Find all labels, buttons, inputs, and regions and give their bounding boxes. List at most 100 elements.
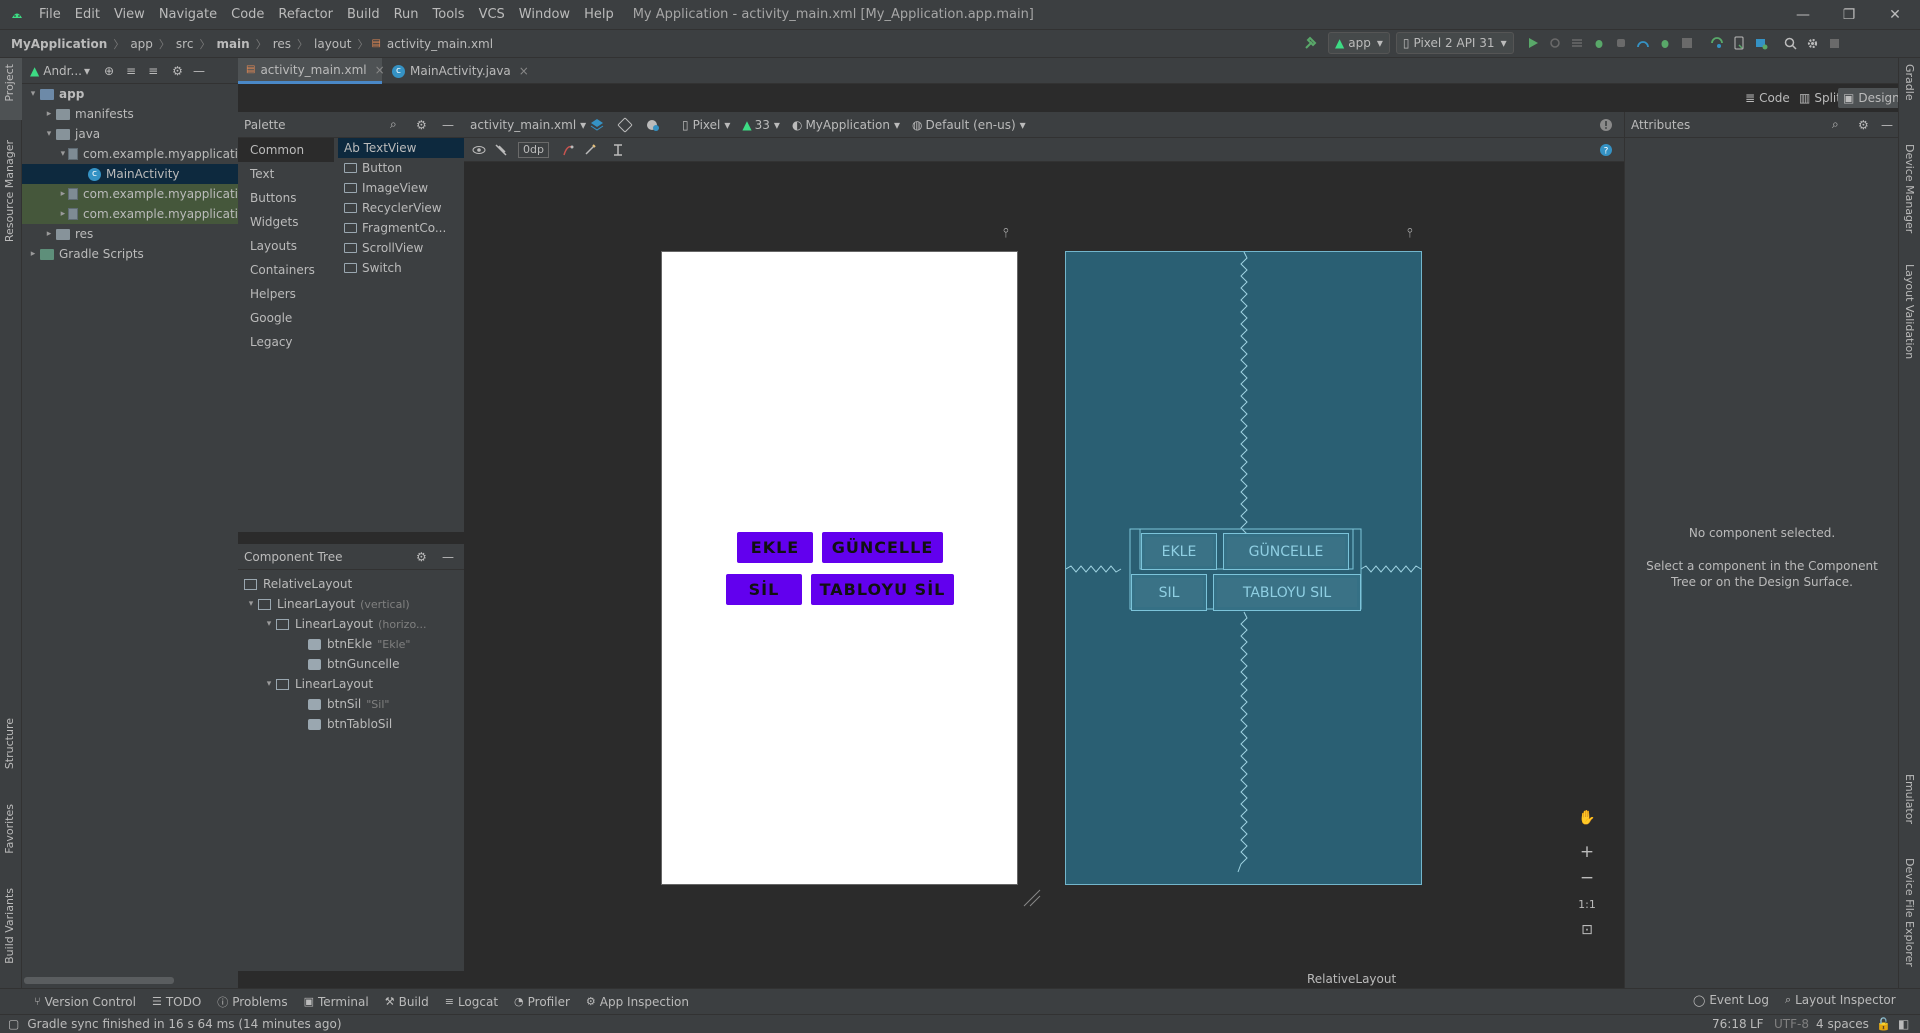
tool-window-logcat[interactable]: ≡ Logcat [437, 995, 506, 1009]
caret-position[interactable]: 76:18 [1712, 1017, 1747, 1031]
run-icon[interactable] [1522, 32, 1544, 54]
run-config-dropdown[interactable]: ▲ app ▾ [1328, 32, 1390, 54]
locale-dropdown[interactable]: ◍ Default (en-us) ▾ [906, 118, 1032, 132]
default-margin-field[interactable]: 0dp [518, 141, 549, 158]
file-encoding[interactable]: UTF-8 [1774, 1017, 1809, 1031]
hide-panel-icon[interactable]: — [442, 118, 454, 132]
tab-project[interactable]: Project [3, 64, 16, 102]
collapse-all-icon[interactable]: ≡ [148, 64, 158, 78]
preview-button-ekle[interactable]: EKLE [737, 532, 813, 563]
chevron-right-icon[interactable]: ▸ [26, 249, 40, 259]
project-tree-item[interactable]: ▸ Gradle Scripts [22, 244, 238, 264]
guidelines-icon[interactable] [607, 139, 629, 161]
breadcrumb-item[interactable]: layout [311, 37, 354, 51]
menu-run[interactable]: Run [387, 7, 426, 22]
pin-icon[interactable]: ⫯ [1003, 226, 1009, 241]
palette-category-google[interactable]: Google [238, 306, 334, 330]
tool-window-layout-inspector[interactable]: ⌕ Layout Inspector [1777, 993, 1904, 1007]
tab-mainactivity-java[interactable]: c MainActivity.java × [384, 58, 537, 84]
chevron-down-icon[interactable]: ▾ [262, 679, 276, 689]
component-tree-item[interactable]: btnEkle "Ekle" [244, 634, 464, 654]
palette-category-common[interactable]: Common [238, 138, 334, 162]
clear-constraints-icon[interactable] [557, 139, 579, 161]
chevron-right-icon[interactable]: ▸ [42, 109, 56, 119]
hide-panel-icon[interactable]: — [442, 550, 454, 564]
close-tab-icon[interactable]: × [519, 64, 529, 78]
search-icon[interactable]: ⌕ [1832, 117, 1839, 132]
device-manager-icon[interactable] [1728, 32, 1750, 54]
profile-icon[interactable] [1632, 32, 1654, 54]
project-tree-item[interactable]: ▸ manifests [22, 104, 238, 124]
tab-build-variants[interactable]: Build Variants [3, 888, 16, 964]
zoom-reset-button[interactable]: 1:1 [1574, 891, 1600, 917]
chevron-down-icon[interactable]: ▾ [42, 129, 56, 139]
tab-gradle[interactable]: Gradle [1903, 64, 1916, 101]
breadcrumb-item[interactable]: MyApplication [8, 37, 110, 51]
view-options-icon[interactable] [468, 139, 490, 161]
tab-layout-validation[interactable]: Layout Validation [1903, 264, 1916, 359]
blueprint-button-guncelle[interactable]: GÜNCELLE [1223, 533, 1349, 570]
api-dropdown[interactable]: ▲ 33 ▾ [736, 118, 786, 132]
tab-device-file-explorer[interactable]: Device File Explorer [1903, 858, 1916, 967]
memory-icon[interactable]: ◧ [1898, 1017, 1909, 1031]
project-tree-item[interactable]: ▸ com.example.myapplicati [22, 184, 238, 204]
component-tree-item[interactable]: btnTabloSil [244, 714, 464, 734]
sdk-manager-icon[interactable] [1750, 32, 1772, 54]
project-tree-item[interactable]: ▾ java [22, 124, 238, 144]
device-dropdown[interactable]: ▯ Pixel ▾ [676, 118, 736, 132]
close-icon[interactable]: ✕ [1872, 0, 1918, 29]
palette-category-widgets[interactable]: Widgets [238, 210, 334, 234]
debug-icon[interactable] [1588, 32, 1610, 54]
zoom-fit-icon[interactable]: ⊡ [1574, 917, 1600, 943]
palette-item[interactable]: Ab TextView [338, 138, 464, 158]
palette-item[interactable]: ImageView [338, 178, 464, 198]
palette-category-buttons[interactable]: Buttons [238, 186, 334, 210]
horizontal-scrollbar[interactable] [24, 977, 174, 984]
tab-resource-manager[interactable]: Resource Manager [3, 140, 16, 242]
breadcrumb-item[interactable]: activity_main.xml [384, 37, 496, 51]
palette-item[interactable]: Button [338, 158, 464, 178]
menu-tools[interactable]: Tools [426, 7, 472, 22]
blueprint-button-tabloyu-sil[interactable]: TABLOYU SIL [1213, 574, 1361, 611]
palette-item[interactable]: RecyclerView [338, 198, 464, 218]
menu-code[interactable]: Code [224, 7, 271, 22]
palette-item[interactable]: FragmentCo... [338, 218, 464, 238]
settings-gear-icon[interactable] [1802, 32, 1824, 54]
infer-constraints-icon[interactable] [579, 139, 601, 161]
chevron-down-icon[interactable]: ▾ [26, 89, 40, 99]
zoom-out-icon[interactable]: − [1574, 865, 1600, 891]
blueprint-button-ekle[interactable]: EKLE [1141, 533, 1217, 570]
menu-build[interactable]: Build [340, 7, 387, 22]
menu-edit[interactable]: Edit [68, 7, 107, 22]
sync-gradle-icon[interactable] [1706, 32, 1728, 54]
device-dropdown[interactable]: ▯ Pixel 2 API 31 ▾ [1395, 32, 1514, 54]
status-square-icon[interactable]: ▢ [8, 1017, 19, 1031]
tab-activity-main-xml[interactable]: ▤ activity_main.xml × [238, 58, 385, 84]
tool-window-build[interactable]: ⚒ Build [377, 995, 437, 1009]
palette-category-containers[interactable]: Containers [238, 258, 334, 282]
theme-dropdown[interactable]: ◐ MyApplication ▾ [786, 118, 906, 132]
design-view-button[interactable]: ▣ Design [1838, 88, 1905, 108]
apply-changes-icon[interactable] [1566, 32, 1588, 54]
component-tree-item[interactable]: RelativeLayout [244, 574, 464, 594]
component-tree-item[interactable]: btnGuncelle [244, 654, 464, 674]
pan-hand-icon[interactable]: ✋ [1574, 805, 1600, 831]
tab-favorites[interactable]: Favorites [3, 804, 16, 854]
chevron-down-icon[interactable]: ▾ [262, 619, 276, 629]
coverage-icon[interactable] [1654, 32, 1676, 54]
lock-icon[interactable]: 🔓 [1876, 1017, 1891, 1031]
palette-category-text[interactable]: Text [238, 162, 334, 186]
menu-window[interactable]: Window [512, 7, 577, 22]
tool-window-version-control[interactable]: ⑂ Version Control [26, 995, 144, 1009]
search-icon[interactable] [1780, 32, 1802, 54]
search-icon[interactable]: ⌕ [390, 117, 397, 132]
locate-icon[interactable]: ⊕ [104, 64, 114, 78]
palette-category-helpers[interactable]: Helpers [238, 282, 334, 306]
chevron-down-icon[interactable]: ▾ [58, 149, 68, 159]
hide-panel-icon[interactable]: — [1881, 118, 1893, 132]
tab-structure[interactable]: Structure [3, 718, 16, 769]
tool-window-profiler[interactable]: ◔ Profiler [506, 995, 578, 1009]
breadcrumb-item[interactable]: src [173, 37, 197, 51]
menu-refactor[interactable]: Refactor [271, 7, 340, 22]
project-tree-item[interactable]: ▾ com.example.myapplicati [22, 144, 238, 164]
